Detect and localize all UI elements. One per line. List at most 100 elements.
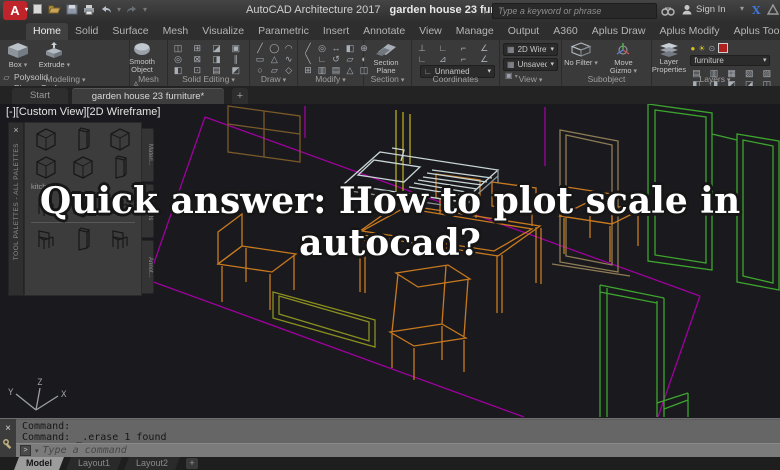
undo-caret-icon[interactable]: ▾ — [117, 5, 121, 14]
tool-icon[interactable]: ◯ — [268, 43, 280, 53]
tool-icon[interactable]: ◎ — [172, 54, 184, 64]
tool-icon[interactable]: ↺ — [330, 54, 342, 64]
palette-tab-materials[interactable]: Materi... — [142, 128, 154, 182]
panel-label-layers[interactable]: Layers — [652, 73, 778, 85]
command-close-icon[interactable]: × — [5, 425, 11, 433]
tool-icon[interactable]: ◨ — [211, 54, 223, 64]
ribbon-tab-mesh[interactable]: Mesh — [156, 23, 196, 40]
named-view-combo[interactable]: Unsaved View ▾ — [503, 58, 558, 71]
extrude-button[interactable]: Extrude — [38, 40, 70, 70]
file-tab-drawing[interactable]: garden house 23 furniture* — [72, 88, 224, 104]
redo-icon[interactable] — [126, 4, 138, 15]
ribbon-tab-manage[interactable]: Manage — [449, 23, 501, 40]
palette-tool-cabinet-icon[interactable] — [34, 154, 58, 180]
smooth-object-button[interactable]: Smooth Object — [130, 40, 154, 74]
save-icon[interactable] — [66, 4, 78, 15]
ribbon-tab-aplus-modify[interactable]: Aplus Modify — [652, 23, 726, 40]
ribbon-tab-aplus-draw[interactable]: Aplus Draw — [585, 23, 653, 40]
ribbon-tab-annotate[interactable]: Annotate — [356, 23, 412, 40]
tool-icon[interactable]: ◪ — [211, 43, 223, 53]
panel-label-section[interactable]: Section — [364, 73, 411, 85]
connect-icon[interactable] — [767, 4, 779, 16]
tool-icon[interactable]: ⊞ — [191, 43, 203, 53]
qat-caret-icon[interactable]: ▾ — [143, 5, 147, 14]
layer-lock-icon[interactable]: ⊙ — [708, 44, 715, 53]
tool-icon[interactable]: ∠ — [478, 43, 490, 53]
tool-icon[interactable]: ⊥ — [416, 43, 428, 53]
tool-icon[interactable]: △ — [268, 54, 280, 64]
ribbon-tab-visualize[interactable]: Visualize — [195, 23, 251, 40]
no-filter-button[interactable]: No Filter — [562, 40, 600, 68]
panel-label-view[interactable]: View — [500, 73, 561, 85]
layer-color-swatch[interactable] — [718, 43, 728, 53]
tool-icon[interactable]: ⊠ — [191, 54, 203, 64]
tool-icon[interactable]: ◠ — [283, 43, 295, 53]
move-gizmo-button[interactable]: Move Gizmo — [604, 40, 642, 76]
tool-palette-close-icon[interactable]: × — [13, 125, 18, 135]
new-drawing-tab-button[interactable]: + — [232, 88, 248, 104]
ribbon-tab-view[interactable]: View — [412, 23, 449, 40]
palette-tool-tall-cabinet-icon[interactable] — [108, 154, 132, 180]
panel-label-mesh[interactable]: Mesh — [130, 73, 167, 85]
ribbon-tab-aplus-tools[interactable]: Aplus Tools — [727, 23, 780, 40]
tool-icon[interactable]: ▣ — [230, 43, 242, 53]
search-input[interactable]: Type a keyword or phrase — [492, 3, 657, 19]
tool-icon[interactable]: ◧ — [344, 43, 356, 53]
palette-tool-cabinet-icon[interactable] — [71, 154, 95, 180]
visual-style-combo[interactable]: 2D Wireframe ▾ — [503, 43, 558, 56]
ribbon-tab-insert[interactable]: Insert — [316, 23, 356, 40]
tool-icon[interactable]: ∟ — [416, 54, 428, 64]
command-history[interactable]: Command: Command: _.erase 1 found — [16, 420, 780, 444]
section-plane-button[interactable]: Section Plane — [364, 40, 408, 75]
tool-icon[interactable]: ╱ — [254, 43, 266, 53]
panel-label-coordinates[interactable]: Coordinates — [412, 73, 499, 85]
panel-label-solid-editing[interactable]: Solid Editing — [168, 73, 249, 85]
layout-tab-model[interactable]: Model — [14, 457, 64, 470]
layer-properties-button[interactable]: Layer Properties — [652, 40, 686, 74]
new-layout-button[interactable]: + — [186, 458, 198, 469]
search-binoculars-icon[interactable] — [661, 5, 675, 17]
app-menu-button[interactable]: A▾ — [3, 1, 27, 20]
ribbon-tab-solid[interactable]: Solid — [68, 23, 105, 40]
plot-icon[interactable] — [83, 4, 95, 15]
palette-tool-cabinet-icon[interactable] — [108, 126, 132, 152]
new-file-icon[interactable] — [32, 3, 43, 15]
file-tab-start[interactable]: Start — [12, 88, 68, 104]
ribbon-tab-home[interactable]: Home — [26, 23, 68, 40]
layer-freeze-sun-icon[interactable]: ☀ — [698, 44, 705, 53]
ribbon-tab-parametric[interactable]: Parametric — [251, 23, 316, 40]
tool-icon[interactable]: ▭ — [254, 54, 266, 64]
box-button[interactable]: Box — [2, 40, 34, 70]
tool-icon[interactable]: ∟ — [316, 54, 328, 64]
undo-icon[interactable] — [100, 4, 112, 15]
tool-icon[interactable]: ⊿ — [437, 54, 449, 64]
tool-icon[interactable]: ↔ — [330, 43, 342, 53]
layout-tab-layout1[interactable]: Layout1 — [66, 457, 122, 470]
panel-label-modify[interactable]: Modify — [298, 73, 363, 85]
ribbon-tab-a360[interactable]: A360 — [546, 23, 585, 40]
tool-icon[interactable]: ⌐ — [458, 43, 470, 53]
command-input-caret-icon[interactable]: ▾ — [35, 447, 39, 455]
ribbon-tab-surface[interactable]: Surface — [105, 23, 155, 40]
tool-icon[interactable]: ∿ — [283, 54, 295, 64]
command-input[interactable]: > ▾ Type a command — [16, 443, 780, 457]
exchange-apps-icon[interactable]: X — [752, 4, 761, 17]
command-panel-grip[interactable]: × — [0, 419, 16, 458]
tool-icon[interactable]: ∠ — [478, 54, 490, 64]
signin-caret-icon[interactable]: ▾ — [740, 4, 744, 13]
panel-label-draw[interactable]: Draw — [250, 73, 297, 85]
open-file-icon[interactable] — [48, 4, 61, 15]
tool-icon[interactable]: ∥ — [230, 54, 242, 64]
tool-icon[interactable]: ╲ — [302, 54, 314, 64]
layer-on-bulb-icon[interactable]: ● — [690, 44, 695, 53]
viewport-controls[interactable]: [-][Custom View][2D Wireframe] — [6, 106, 160, 118]
sign-in-button[interactable]: Sign In — [682, 4, 726, 15]
tool-icon[interactable]: ⌐ — [458, 54, 470, 64]
layout-tab-layout2[interactable]: Layout2 — [124, 457, 180, 470]
palette-tool-tall-cabinet-icon[interactable] — [71, 126, 95, 152]
ribbon-tab-output[interactable]: Output — [501, 23, 547, 40]
panel-label-modeling[interactable]: Modeling — [2, 73, 129, 85]
tool-icon[interactable]: ╱ — [302, 43, 314, 53]
panel-label-subobject[interactable]: Subobject — [562, 73, 651, 85]
search-arrow-icon[interactable]: ▸ — [484, 7, 488, 16]
